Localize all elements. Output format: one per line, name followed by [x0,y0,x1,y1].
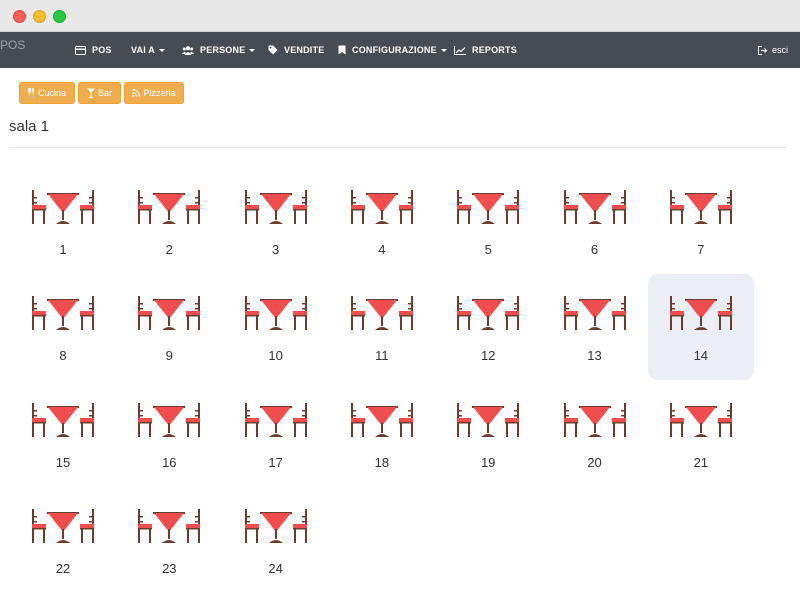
table-number: 4 [378,242,386,257]
table-number: 24 [268,560,283,576]
table-icon [457,402,520,437]
table-icon [32,296,94,331]
table-19[interactable]: 19 [435,381,541,487]
table-12[interactable]: 12 [435,274,541,380]
table-18[interactable]: 18 [329,381,435,487]
table-3[interactable]: 3 [223,168,329,274]
table-icon [669,190,732,224]
table-icon [244,402,307,437]
table-number: 9 [165,348,173,364]
table-grid: 1 2 3 4 5 6 7 8 9 10 11 12 13 14 15 16 17 18 19 20 21 22 23 24 [0,0,800,576]
table-16[interactable]: 16 [116,381,222,487]
table-9[interactable]: 9 [116,274,222,380]
table-10[interactable]: 10 [223,274,329,380]
table-11[interactable]: 11 [329,274,435,380]
table-23[interactable]: 23 [116,487,222,593]
table-number: 7 [697,242,705,257]
table-22[interactable]: 22 [10,487,116,593]
table-7[interactable]: 7 [648,168,754,274]
table-number: 10 [268,348,283,364]
table-icon [457,296,520,331]
table-8[interactable]: 8 [10,274,116,380]
table-number: 2 [165,242,173,257]
table-13[interactable]: 13 [542,274,648,380]
table-number: 15 [55,454,71,470]
table-icon [138,190,201,224]
table-icon [244,190,307,224]
table-14[interactable]: 14 [647,274,754,381]
table-number: 16 [162,454,177,470]
table-icon [669,402,732,437]
table-15[interactable]: 15 [10,381,116,487]
table-icon [563,402,626,437]
table-24[interactable]: 24 [223,487,329,593]
table-17[interactable]: 17 [223,381,329,487]
table-number: 20 [587,454,602,470]
table-number: 17 [268,454,283,470]
table-icon [563,296,626,331]
table-icon [32,190,94,224]
table-icon [350,296,413,331]
table-number: 18 [374,454,390,470]
table-number: 11 [375,348,389,364]
table-number: 19 [480,454,496,470]
table-icon [457,190,520,224]
table-number: 13 [587,348,602,364]
table-icon [32,508,94,543]
table-5[interactable]: 5 [435,168,541,274]
table-icon [563,190,626,224]
table-number: 23 [162,560,177,576]
table-1[interactable]: 1 [10,168,116,274]
table-number: 21 [693,454,709,470]
table-number: 1 [59,242,67,257]
table-number: 12 [480,348,496,364]
table-icon [350,402,413,437]
table-number: 3 [271,242,280,257]
table-icon [669,296,732,331]
table-icon [138,296,201,331]
table-icon [138,508,201,543]
table-20[interactable]: 20 [542,381,648,487]
table-icon [138,402,201,437]
table-2[interactable]: 2 [116,168,222,274]
table-number: 5 [484,242,492,257]
table-number: 14 [693,348,709,364]
table-number: 8 [59,348,67,364]
table-icon [32,402,94,437]
table-icon [244,296,307,331]
table-number: 6 [590,242,599,257]
table-number: 22 [55,560,71,576]
table-icon [244,508,307,543]
table-6[interactable]: 6 [542,168,648,274]
table-21[interactable]: 21 [648,381,754,487]
table-4[interactable]: 4 [329,168,435,274]
table-icon [350,190,413,224]
